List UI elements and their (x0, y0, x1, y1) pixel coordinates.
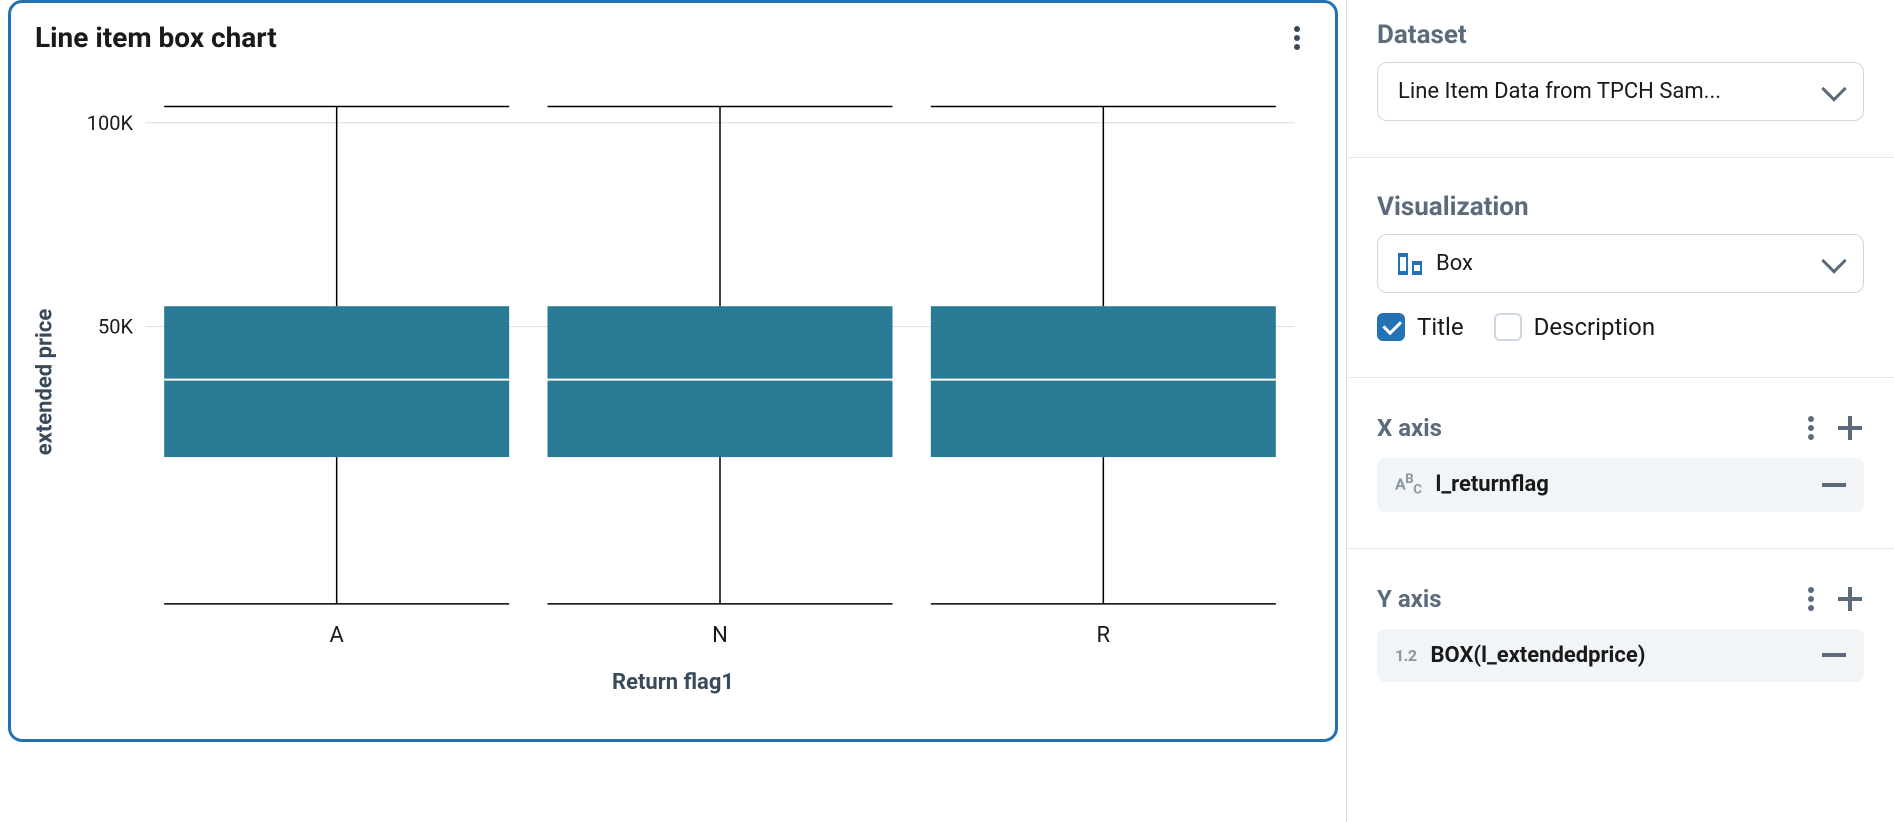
x-axis-add-button[interactable] (1836, 414, 1864, 442)
x-axis-field-pill[interactable]: ABC l_returnflag (1377, 458, 1864, 512)
description-checkbox-row[interactable]: Description (1494, 313, 1656, 341)
x-axis-field-label: l_returnflag (1436, 472, 1549, 497)
dataset-selected-label: Line Item Data from TPCH Sam... (1398, 79, 1721, 104)
x-axis-heading: X axis (1377, 414, 1442, 442)
x-axis-kebab-menu[interactable] (1804, 412, 1818, 444)
y-tick-label: 50K (98, 315, 133, 339)
x-axis-remove-button[interactable] (1822, 483, 1846, 487)
title-checkbox-label: Title (1417, 313, 1464, 341)
dataset-heading: Dataset (1377, 20, 1864, 50)
visualization-selected-label: Box (1436, 251, 1473, 276)
x-tick-label: R (1097, 623, 1111, 648)
x-tick-label: N (712, 623, 728, 648)
title-checkbox-row[interactable]: Title (1377, 313, 1464, 341)
box-viz-icon (1398, 253, 1422, 275)
y-axis-field-pill[interactable]: 1.2 BOX(l_extendedprice) (1377, 629, 1864, 682)
y-axis-label: extended price (33, 309, 58, 455)
chevron-down-icon (1821, 248, 1846, 273)
config-sidebar: Dataset Line Item Data from TPCH Sam... … (1346, 0, 1894, 822)
string-type-icon: ABC (1395, 472, 1422, 498)
y-axis-add-button[interactable] (1836, 585, 1864, 613)
chart-plot-area: extended price 50K 100K A N R Return flag1 (35, 62, 1311, 702)
description-checkbox[interactable] (1494, 313, 1522, 341)
y-axis-remove-button[interactable] (1822, 653, 1846, 657)
y-tick-label: 100K (87, 111, 134, 135)
numeric-type-icon: 1.2 (1395, 646, 1417, 665)
chart-title: Line item box chart (35, 21, 277, 54)
y-axis-field-label: BOX(l_extendedprice) (1431, 643, 1646, 668)
box-A (164, 306, 509, 457)
box-plot-svg: 50K 100K A N R (35, 62, 1305, 662)
box-N (548, 306, 893, 457)
y-axis-heading: Y axis (1377, 585, 1442, 613)
chevron-down-icon (1821, 76, 1846, 101)
y-axis-kebab-menu[interactable] (1804, 583, 1818, 615)
dataset-dropdown[interactable]: Line Item Data from TPCH Sam... (1377, 62, 1864, 121)
visualization-dropdown[interactable]: Box (1377, 234, 1864, 293)
chart-card: Line item box chart extended price 50K 10… (8, 0, 1338, 742)
chart-kebab-menu[interactable] (1283, 24, 1311, 52)
box-R (931, 306, 1276, 457)
title-checkbox[interactable] (1377, 313, 1405, 341)
x-tick-label: A (329, 623, 344, 648)
description-checkbox-label: Description (1534, 313, 1656, 341)
x-axis-label: Return flag1 (35, 670, 1311, 695)
visualization-heading: Visualization (1377, 192, 1864, 222)
